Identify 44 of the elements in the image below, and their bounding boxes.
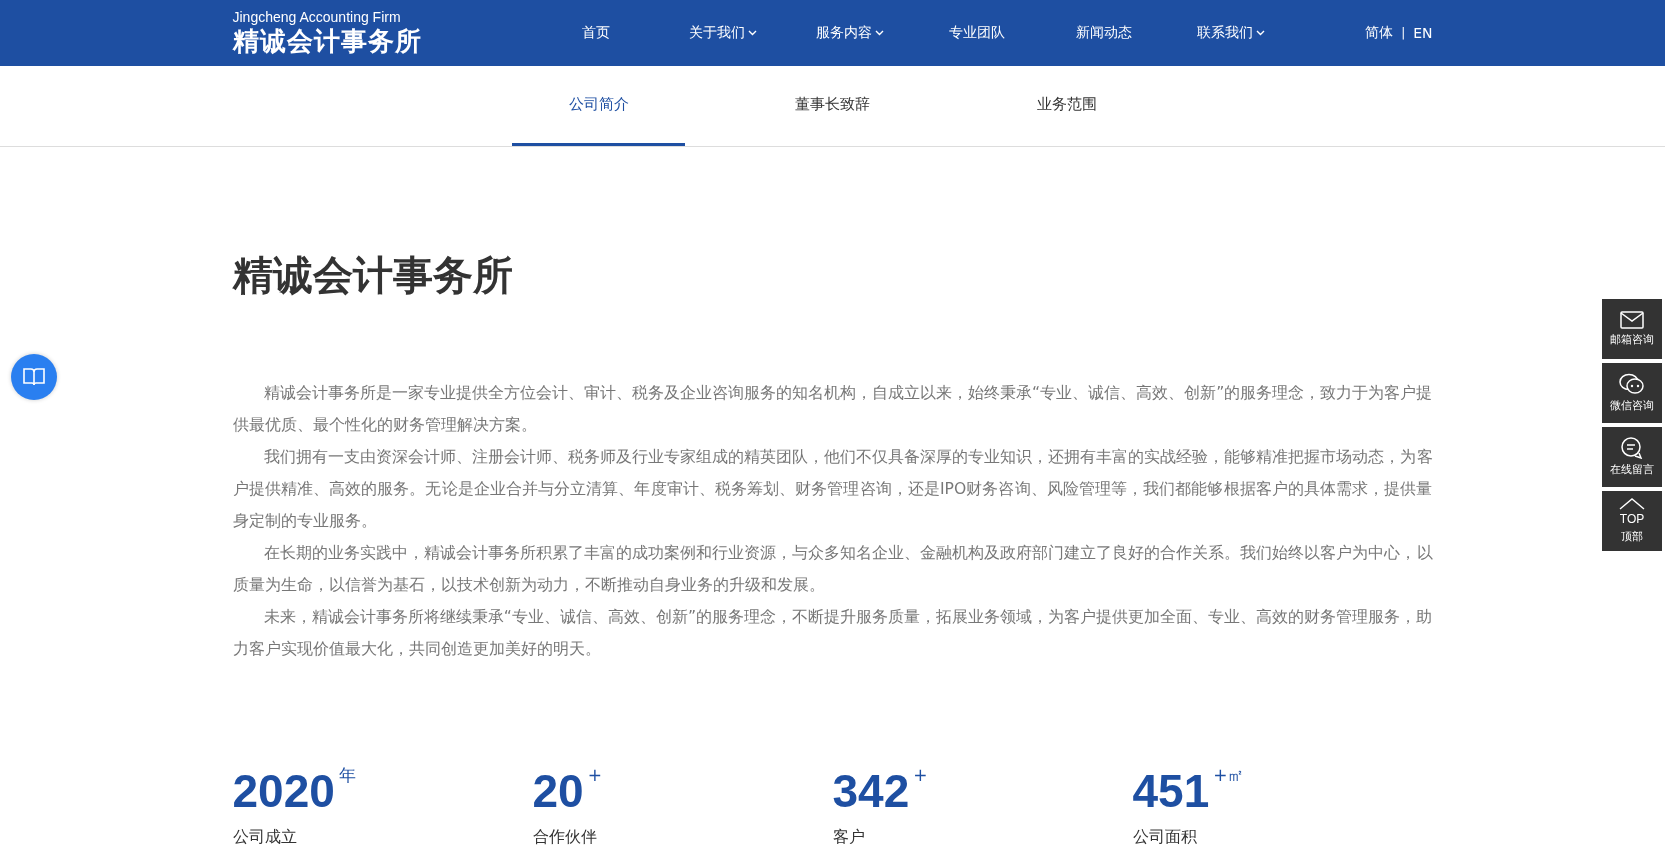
stat-suffix: + xyxy=(913,765,928,785)
caret-icon xyxy=(748,30,757,36)
language-link[interactable]: EN xyxy=(1413,25,1433,41)
nav-link[interactable]: 联系我们 xyxy=(1167,24,1295,42)
stat-label: 合作伙伴 xyxy=(532,827,598,848)
logo-english-name: Jingcheng Accounting Firm xyxy=(232,9,402,25)
stat-label: 客户 xyxy=(832,827,866,848)
message-icon xyxy=(1620,437,1644,459)
nav-link[interactable]: 新闻动态 xyxy=(1040,24,1168,42)
nav-link[interactable]: 专业团队 xyxy=(913,24,1041,42)
stat-label: 公司成立 xyxy=(232,827,298,848)
paragraph: 未来，精诚会计事务所将继续秉承“专业、诚信、高效、创新”的服务理念，不断提升服务质量，拓展业务领域，为客户提供更加全面、专业、高效的财务管理服务，助力客户实现价值最大化，共同创造更加美好的明天。 xyxy=(232,607,1433,660)
logo-name: 精诚会计事务所 xyxy=(232,25,423,57)
section-tab[interactable]: 业务范围 xyxy=(980,66,1153,146)
side-tool-button[interactable]: 微信咨询 xyxy=(1602,363,1662,423)
stat-label: 公司面积 xyxy=(1132,827,1198,848)
book-icon xyxy=(22,367,46,387)
caret-icon xyxy=(1256,30,1265,36)
paragraph: 我们拥有一支由资深会计师、注册会计师、税务师及行业专家组成的精英团队，他们不仅具备深厚的专业知识，还拥有丰富的实战经验，能够精准把握市场动态，为客户提供精准、高效的服务。无论是企业合并与分立清算、年度审计、税务筹划、财务管理咨询，还是IPO财务咨询、风险管理等，我们都能够根据客户的具体需求，提供量身定制的专业服务。 xyxy=(232,447,1433,532)
nav-link[interactable]: 关于我们 xyxy=(659,24,787,42)
chevron-up-icon xyxy=(1619,498,1645,510)
nav-link[interactable]: 首页 xyxy=(532,24,660,42)
caret-icon xyxy=(875,30,884,36)
side-tool-button[interactable]: 邮箱咨询 xyxy=(1602,299,1662,359)
section-tab[interactable]: 董事长致辞 xyxy=(746,66,919,146)
paragraph: 精诚会计事务所是一家专业提供全方位会计、审计、税务及企业咨询服务的知名机构，自成立以来，始终秉承“专业、诚信、高效、创新”的服务理念，致力于为客户提供最优质、最个性化的财务管理解决方案。 xyxy=(232,383,1433,436)
mail-icon xyxy=(1620,311,1644,329)
stat-number: 2020 xyxy=(232,765,335,817)
side-tool-button[interactable]: 在线留言 xyxy=(1602,427,1662,487)
stat-number: 451 xyxy=(1132,765,1210,817)
nav-link[interactable]: 服务内容 xyxy=(786,24,914,42)
page-title: 精诚会计事务所 xyxy=(232,251,514,300)
separator: | xyxy=(1401,26,1406,40)
stat-suffix: + xyxy=(587,765,602,785)
stat-number: 342 xyxy=(832,765,910,817)
paragraph: 在长期的业务实践中，精诚会计事务所积累了丰富的成功案例和行业资源，与众多知名企业、金融机构及政府部门建立了良好的合作关系。我们始终以客户为中心，以质量为生命，以信誉为基石，以技术创新为动力，不断推动自身业务的升级和发展。 xyxy=(232,543,1433,596)
stat-suffix: +㎡ xyxy=(1213,765,1245,785)
stat-number: 20 xyxy=(532,765,584,817)
book-button[interactable] xyxy=(11,354,57,400)
stat-suffix: 年 xyxy=(338,765,356,785)
chat-bubbles-icon xyxy=(1619,373,1645,395)
language-link[interactable]: 简体 xyxy=(1365,24,1394,42)
side-tool-button[interactable]: TOP 顶部 xyxy=(1602,491,1662,551)
section-tab[interactable]: 公司简介 xyxy=(512,66,685,146)
